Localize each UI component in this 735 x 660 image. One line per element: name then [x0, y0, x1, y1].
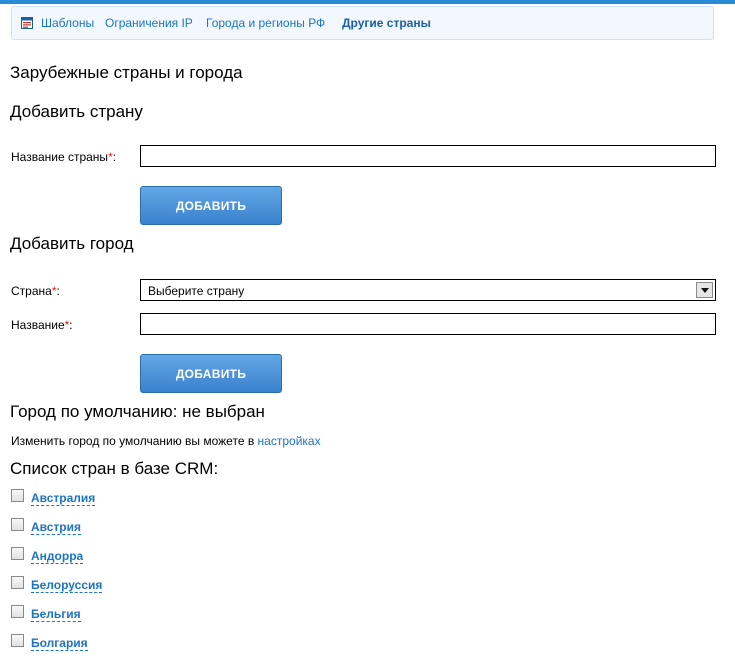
page-title: Зарубежные страны и города	[10, 63, 243, 82]
add-country-button[interactable]: ДОБАВИТЬ	[140, 186, 282, 225]
list-icon	[21, 17, 33, 29]
add-country-heading: Добавить страну	[10, 102, 143, 121]
settings-link[interactable]: настройках	[258, 434, 321, 448]
nav-link-other-countries[interactable]: Другие страны	[342, 16, 431, 30]
country-link[interactable]: Бельгия	[31, 608, 81, 622]
country-checkbox[interactable]	[11, 605, 24, 618]
country-checkbox[interactable]	[11, 547, 24, 560]
nav-link-ip-restrictions[interactable]: Ограничения IP	[105, 16, 193, 30]
country-select-value: Выберите страну	[148, 284, 245, 298]
top-accent-bar	[0, 0, 735, 4]
country-checkbox[interactable]	[11, 489, 24, 502]
settings-nav: Шаблоны Ограничения IP Города и регионы …	[11, 6, 714, 40]
country-checkbox[interactable]	[11, 576, 24, 589]
countries-list-heading: Список стран в базе CRM:	[10, 459, 219, 478]
city-name-label: Название*:	[11, 318, 73, 332]
country-link[interactable]: Австралия	[31, 492, 96, 506]
default-city-info: Изменить город по умолчанию вы можете в …	[11, 434, 321, 448]
dropdown-arrow-icon[interactable]	[696, 282, 713, 298]
country-link[interactable]: Австрия	[31, 521, 82, 535]
add-city-heading: Добавить город	[10, 234, 134, 253]
country-name-input[interactable]	[140, 145, 716, 167]
country-checkbox[interactable]	[11, 634, 24, 647]
country-name-label: Название страны*:	[11, 150, 117, 164]
country-link[interactable]: Болгария	[31, 637, 88, 651]
add-city-button[interactable]: ДОБАВИТЬ	[140, 354, 282, 393]
nav-link-templates[interactable]: Шаблоны	[41, 16, 94, 30]
default-city-heading: Город по умолчанию: не выбран	[10, 402, 265, 421]
city-name-input[interactable]	[140, 313, 716, 335]
city-country-label: Страна*:	[11, 284, 60, 298]
country-link[interactable]: Андорра	[31, 550, 84, 564]
country-link[interactable]: Белоруссия	[31, 579, 103, 593]
nav-link-russian-cities[interactable]: Города и регионы РФ	[206, 16, 325, 30]
country-checkbox[interactable]	[11, 518, 24, 531]
country-select[interactable]: Выберите страну	[140, 279, 716, 301]
